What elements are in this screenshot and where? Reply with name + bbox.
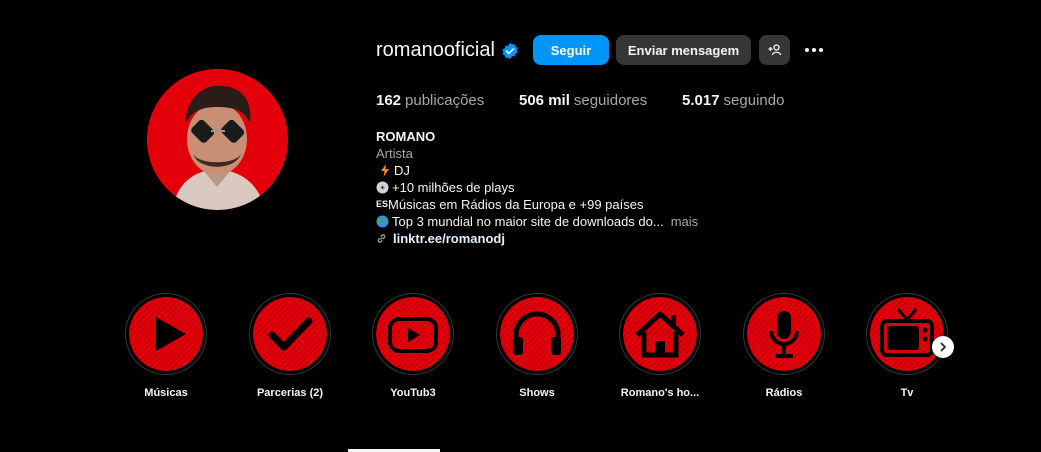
more-options-icon[interactable] <box>803 40 825 60</box>
highlight-ring <box>496 293 578 375</box>
highlight-item[interactable]: Músicas <box>125 293 207 399</box>
category-label: Artista <box>376 146 413 161</box>
add-user-icon <box>768 44 781 56</box>
send-message-button[interactable]: Enviar mensagem <box>616 35 751 65</box>
lightning-icon <box>381 164 389 177</box>
highlight-item[interactable]: Parcerias (2) <box>249 293 331 399</box>
avatar-image <box>147 69 288 210</box>
checkmark-icon <box>253 297 327 371</box>
play-icon <box>129 297 203 371</box>
highlight-label: YouTub3 <box>390 387 436 399</box>
microphone-icon <box>747 297 821 371</box>
bio-line-top3: Top 3 mundial no maior site de downloads… <box>376 213 698 230</box>
bio-line-europe: ES Músicas em Rádios da Europa e +99 país… <box>376 197 644 212</box>
cd-icon <box>376 181 389 194</box>
followers-stat[interactable]: 506 mil seguidores <box>519 92 647 109</box>
globe-icon <box>376 215 389 228</box>
profile-bio: ROMANO Artista DJ +10 milhões de plays E… <box>376 128 698 247</box>
spain-flag-letters: ES <box>376 199 389 209</box>
highlight-label: Músicas <box>144 387 188 399</box>
highlight-label: Tv <box>900 387 914 399</box>
verified-badge-icon <box>501 42 519 60</box>
tv-icon <box>870 297 944 371</box>
follow-button[interactable]: Seguir <box>533 35 609 65</box>
highlight-item[interactable]: Shows <box>496 293 578 399</box>
youtube-icon <box>376 297 450 371</box>
highlight-ring <box>125 293 207 375</box>
highlight-label: Romano's ho... <box>620 387 700 399</box>
link-icon <box>377 234 386 243</box>
headphones-icon <box>500 297 574 371</box>
highlight-ring <box>866 293 948 375</box>
bio-more-link[interactable]: mais <box>671 213 698 230</box>
next-highlights-button[interactable] <box>932 336 954 358</box>
display-name: ROMANO <box>376 129 436 144</box>
highlight-ring <box>619 293 701 375</box>
house-icon <box>623 297 697 371</box>
highlight-item[interactable]: Rádios <box>743 293 825 399</box>
bio-link-row: linktr.ee/romanodj <box>376 230 698 247</box>
profile-avatar[interactable] <box>147 69 288 210</box>
highlight-ring <box>372 293 454 375</box>
username: romanooficial <box>376 39 495 61</box>
highlight-label: Parcerias (2) <box>256 387 324 399</box>
highlight-label: Shows <box>519 387 555 399</box>
highlight-item[interactable]: Romano's ho... <box>619 293 701 399</box>
add-user-button[interactable] <box>759 35 790 65</box>
chevron-right-icon <box>940 342 946 352</box>
following-stat[interactable]: 5.017 seguindo <box>682 92 784 109</box>
posts-stat: 162 publicações <box>376 92 485 109</box>
bio-line-dj: DJ <box>376 162 698 179</box>
highlight-ring <box>743 293 825 375</box>
username-row: romanooficial <box>376 39 519 62</box>
highlight-label: Rádios <box>765 387 803 399</box>
highlight-item[interactable]: YouTub3 <box>372 293 454 399</box>
bio-line-plays: +10 milhões de plays <box>376 179 698 196</box>
highlight-ring <box>249 293 331 375</box>
external-link[interactable]: linktr.ee/romanodj <box>393 230 505 247</box>
